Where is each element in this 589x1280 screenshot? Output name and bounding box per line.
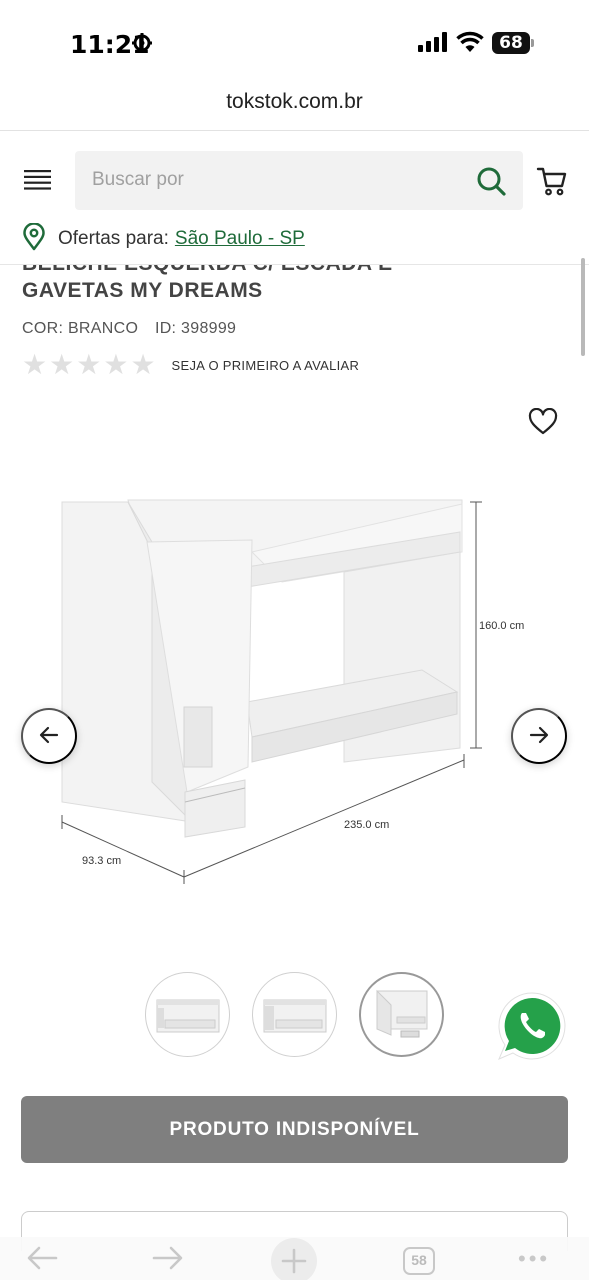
battery-level: 68 [492,32,530,54]
hamburger-icon[interactable] [24,170,51,195]
dimension-depth: 93.3 cm [82,855,121,867]
product-color: COR: BRANCO [22,320,139,337]
star-icon: ★ [103,348,129,381]
search-input[interactable] [92,165,452,195]
thumbnail-list [145,972,444,1057]
dimension-height: 160.0 cm [479,620,524,632]
product-title-line1: BELICHE ESQUERDA C/ ESCADA E [22,265,562,277]
heart-icon[interactable] [528,407,558,441]
more-menu-icon[interactable]: ••• [518,1248,550,1270]
forward-arrow-icon[interactable] [152,1245,184,1276]
star-icon: ★ [49,348,75,381]
thumbnail-2[interactable] [252,972,337,1057]
product-meta: COR: BRANCO ID: 398999 [22,320,236,338]
thumbnail-3[interactable] [359,972,444,1057]
url-bar[interactable]: tokstok.com.br [0,86,589,130]
location-city-link[interactable]: São Paulo - SP [175,228,305,250]
product-title: GAVETAS MY DREAMS [22,279,263,302]
unavailable-product-button[interactable]: PRODUTO INDISPONÍVEL [21,1096,568,1163]
product-image[interactable]: 160.0 cm 235.0 cm 93.3 cm [52,492,542,892]
search-icon[interactable] [475,165,507,202]
rating-stars: ★ ★ ★ ★ ★ [22,351,156,379]
battery-icon [531,39,534,47]
cellular-signal-icon [418,32,448,57]
star-icon: ★ [22,348,48,381]
wifi-icon [456,31,484,58]
location-pin-icon [22,221,46,256]
star-icon: ★ [130,348,156,381]
divider [0,130,589,131]
rating-label[interactable]: SEJA O PRIMEIRO A AVALIAR [172,358,360,373]
back-arrow-icon[interactable] [26,1245,58,1276]
arrow-right-icon [529,726,549,747]
tabs-count-button[interactable]: 58 [403,1247,435,1275]
search-bar [75,151,523,210]
scrollbar[interactable] [581,258,585,356]
product-rating[interactable]: ★ ★ ★ ★ ★ SEJA O PRIMEIRO A AVALIAR [22,351,359,379]
whatsapp-icon[interactable] [495,989,569,1063]
browser-toolbar: 58 ••• [0,1237,589,1280]
location-prefix: Ofertas para: [58,228,169,249]
star-icon: ★ [76,348,102,381]
cart-icon[interactable] [536,165,568,202]
product-id: ID: 398999 [154,320,237,337]
carousel-next-button[interactable] [511,708,567,764]
product-title-line1-text: BELICHE ESQUERDA C/ ESCADA E [22,265,393,276]
status-bar: 11:21 68 [0,0,589,86]
focus-gear-icon [131,32,153,59]
thumbnail-1[interactable] [145,972,230,1057]
new-tab-icon[interactable] [270,1237,318,1280]
arrow-left-icon [39,726,59,747]
dimension-width: 235.0 cm [344,819,389,831]
carousel-prev-button[interactable] [21,708,77,764]
delivery-location: Ofertas para: São Paulo - SP [22,221,305,256]
